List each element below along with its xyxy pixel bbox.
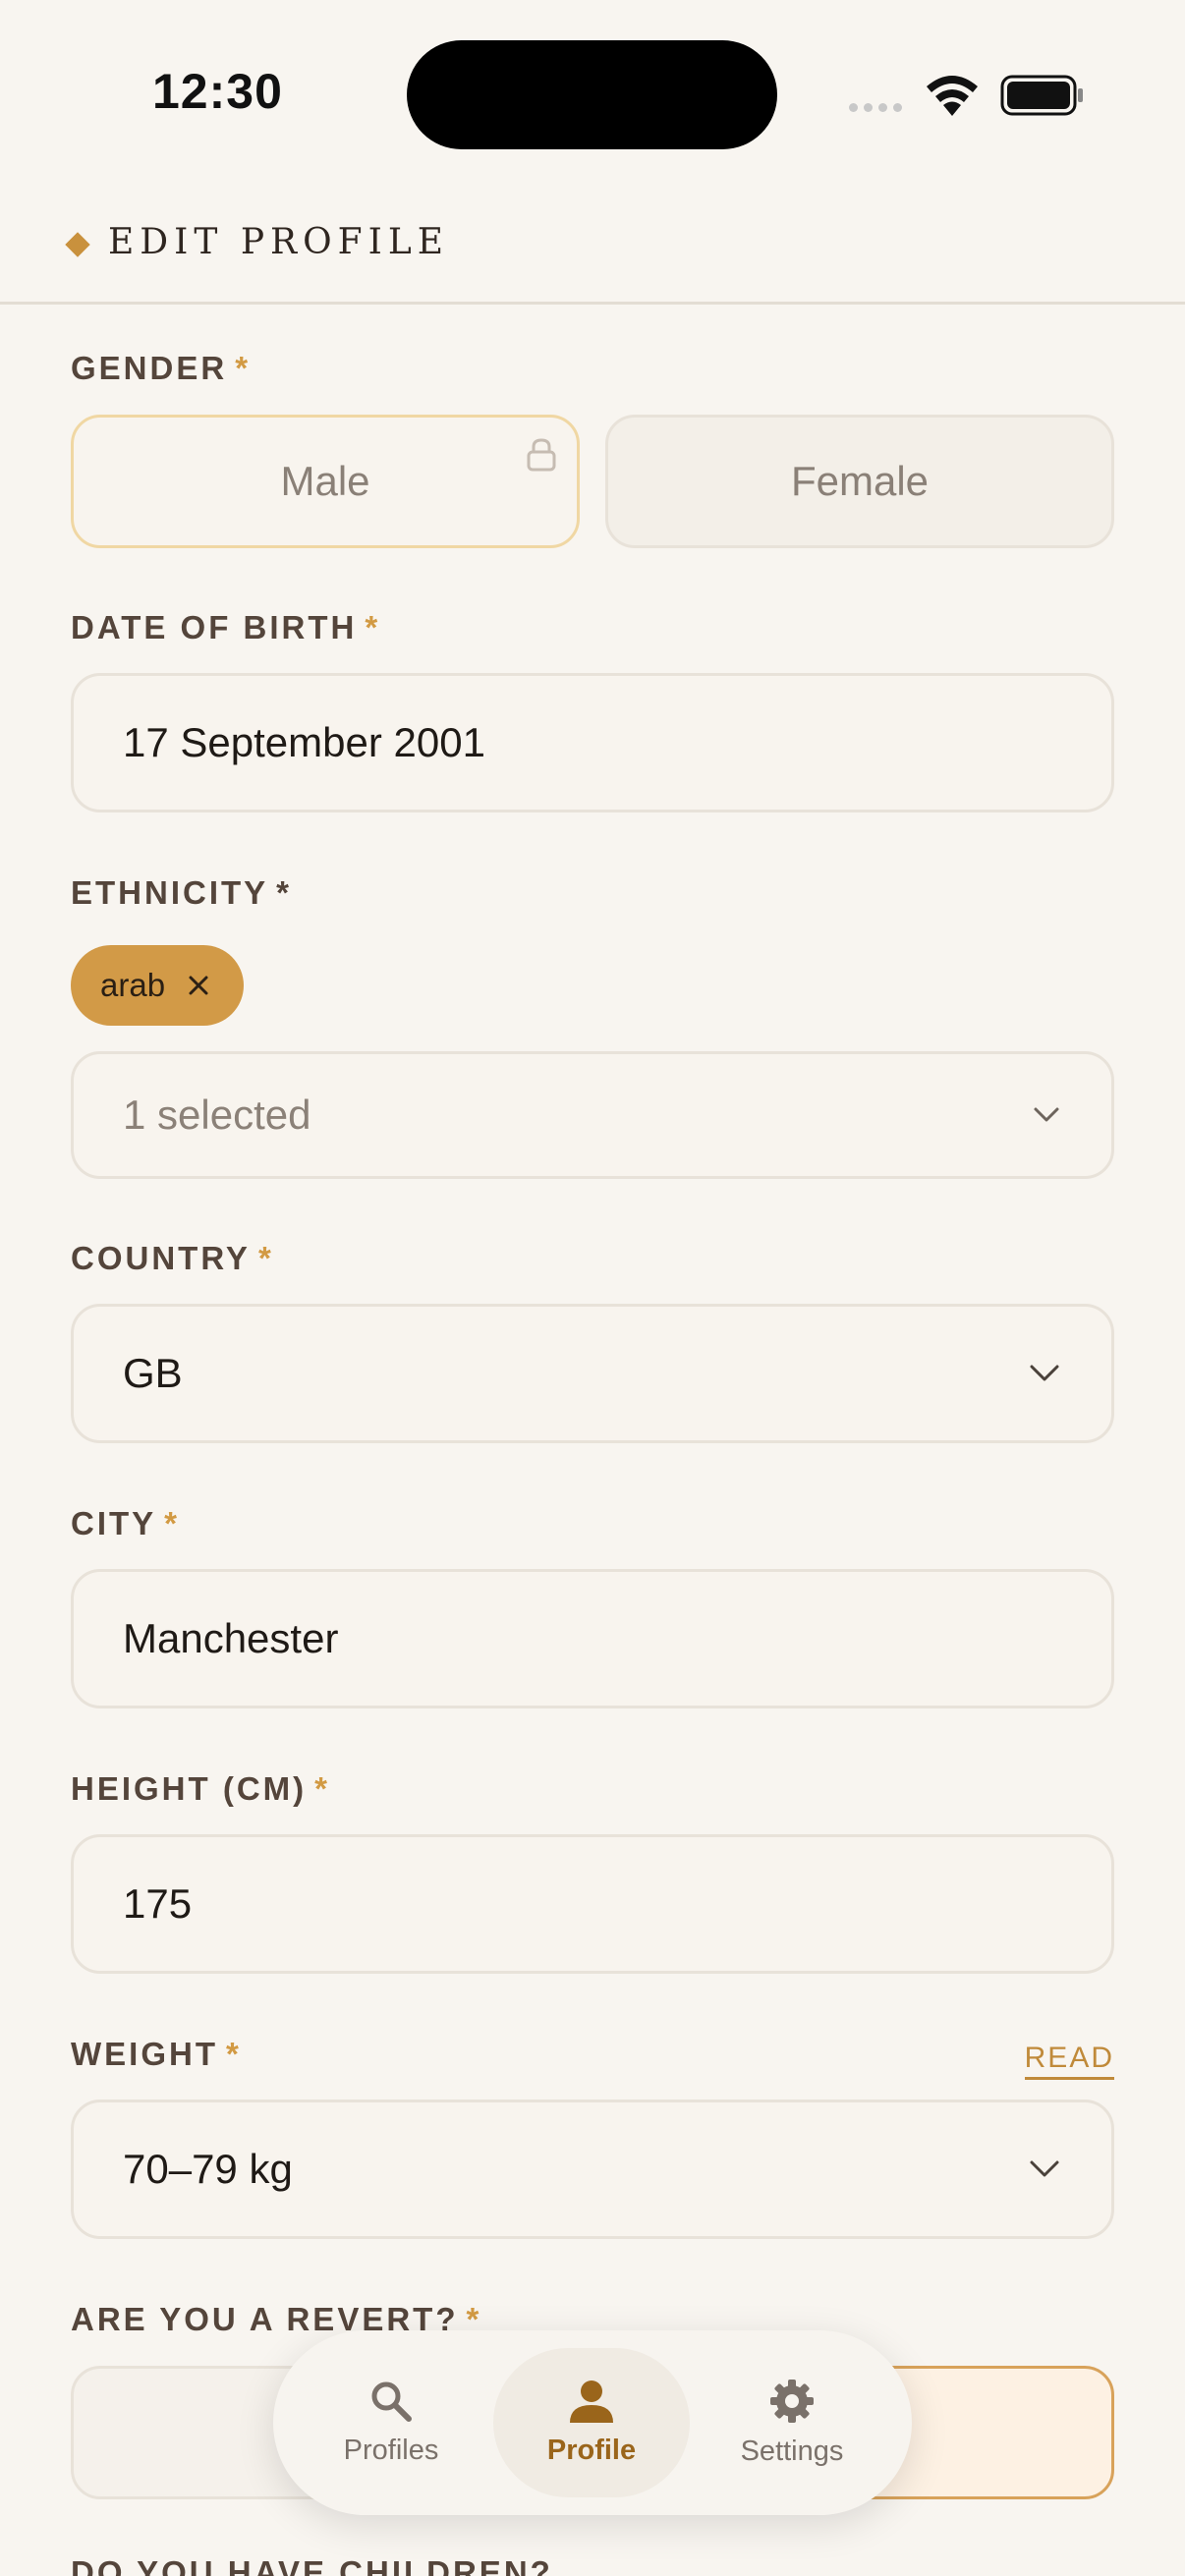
chevron-down-icon — [1034, 1107, 1059, 1122]
chevron-down-icon — [1030, 2160, 1059, 2177]
city-label: CITY * — [71, 1505, 181, 1541]
weight-value: 70–79 kg — [123, 2146, 293, 2192]
nav-profile-label: Profile — [546, 2434, 637, 2466]
gear-icon — [770, 2379, 814, 2423]
dob-field[interactable]: 17 September 2001 — [71, 673, 1114, 812]
gender-female-label: Female — [790, 458, 930, 504]
wifi-icon — [927, 76, 978, 116]
weight-select[interactable]: 70–79 kg — [71, 2100, 1114, 2239]
chevron-down-icon — [1030, 1365, 1059, 1381]
ethnicity-chip[interactable]: arab — [71, 945, 245, 1026]
weight-read-link[interactable]: READ — [1024, 2042, 1114, 2080]
chip-label: arab — [100, 967, 166, 1003]
dob-label: DATE OF BIRTH * — [71, 609, 381, 645]
app-header: EDIT PROFILE — [0, 177, 1185, 305]
lock-icon — [527, 438, 556, 472]
city-value: Manchester — [123, 1615, 339, 1661]
ethnicity-select[interactable]: 1 selected — [71, 1051, 1114, 1179]
search-icon — [371, 2381, 412, 2422]
bottom-nav: Profiles Profile Settings — [273, 2330, 912, 2515]
close-icon[interactable] — [187, 974, 210, 997]
nav-profiles-label: Profiles — [343, 2434, 439, 2466]
dob-value: 17 September 2001 — [123, 719, 485, 765]
nav-settings[interactable]: Settings — [694, 2348, 890, 2497]
gender-female-option[interactable]: Female — [605, 415, 1114, 548]
nav-profile[interactable]: Profile — [493, 2348, 690, 2497]
battery-icon — [1000, 75, 1083, 116]
height-label: HEIGHT (CM) * — [71, 1770, 330, 1807]
diamond-icon — [65, 232, 90, 257]
country-value: GB — [123, 1350, 183, 1396]
ethnicity-label: ETHNICITY * — [71, 874, 293, 911]
person-icon — [570, 2380, 613, 2423]
nav-profiles[interactable]: Profiles — [293, 2348, 489, 2497]
weight-label: WEIGHT * — [71, 2036, 242, 2072]
gender-male-label: Male — [280, 458, 370, 504]
edit-profile-screen: 12:30 EDIT PROFILE GENDER * Male Female D… — [0, 0, 1185, 2576]
ethnicity-summary: 1 selected — [123, 1092, 311, 1138]
nav-settings-label: Settings — [740, 2435, 844, 2467]
height-value: 175 — [123, 1880, 193, 1927]
cellular-signal-icon — [849, 103, 902, 112]
country-select[interactable]: GB — [71, 1304, 1114, 1443]
status-time: 12:30 — [152, 64, 283, 119]
country-label: COUNTRY * — [71, 1240, 274, 1276]
gender-male-option[interactable]: Male — [71, 415, 580, 548]
gender-label: GENDER * — [71, 350, 252, 386]
height-input[interactable]: 175 — [71, 1834, 1114, 1974]
page-title: EDIT PROFILE — [108, 222, 450, 262]
children-label: DO YOU HAVE CHILDREN? — [71, 2554, 553, 2576]
dynamic-island — [407, 40, 777, 149]
city-input[interactable]: Manchester — [71, 1569, 1114, 1708]
